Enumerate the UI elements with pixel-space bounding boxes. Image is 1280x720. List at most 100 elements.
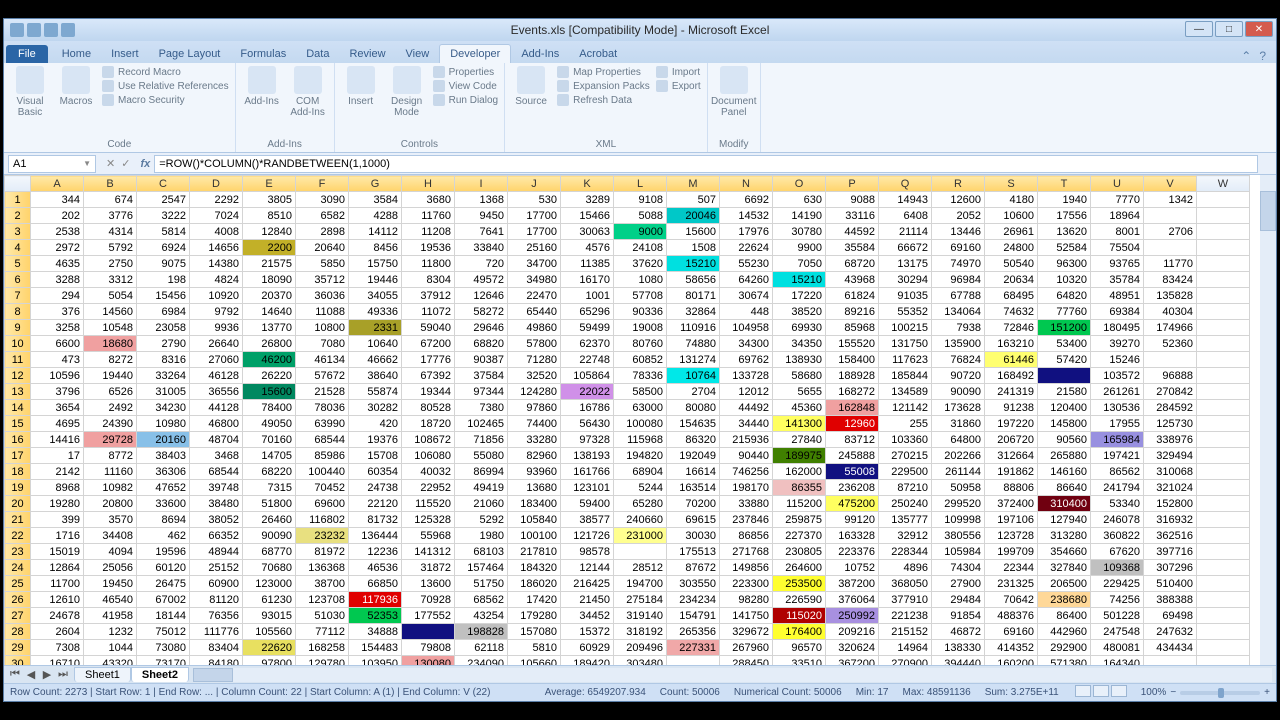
cell[interactable]: 123000 (243, 576, 296, 592)
cell[interactable] (1197, 208, 1250, 224)
cell[interactable]: 163210 (985, 336, 1038, 352)
view-code-button[interactable]: View Code (433, 80, 498, 92)
col-header-N[interactable]: N (720, 176, 773, 192)
cell[interactable]: 91035 (879, 288, 932, 304)
cell[interactable]: 117623 (879, 352, 932, 368)
cell[interactable]: 8772 (84, 448, 137, 464)
cell[interactable] (1197, 480, 1250, 496)
cell[interactable]: 7315 (243, 480, 296, 496)
cell[interactable]: 12012 (720, 384, 773, 400)
cell[interactable]: 115968 (614, 432, 667, 448)
cell[interactable]: 231325 (985, 576, 1038, 592)
cell[interactable]: 86856 (720, 528, 773, 544)
cell[interactable]: 91238 (985, 400, 1038, 416)
cell[interactable]: 69498 (1144, 608, 1197, 624)
cell[interactable]: 123728 (985, 528, 1038, 544)
cell[interactable]: 34888 (349, 624, 402, 640)
cell[interactable]: 7080 (296, 336, 349, 352)
cell[interactable]: 238680 (1038, 592, 1091, 608)
cell[interactable]: 49050 (243, 416, 296, 432)
cell[interactable]: 93015 (243, 608, 296, 624)
cell[interactable]: 14640 (243, 304, 296, 320)
cell[interactable]: 99120 (826, 512, 879, 528)
cell[interactable]: 14112 (349, 224, 402, 240)
cell[interactable]: 3584 (349, 192, 402, 208)
cell[interactable]: 13620 (1038, 224, 1091, 240)
cell[interactable]: 31860 (932, 416, 985, 432)
cell[interactable] (1197, 304, 1250, 320)
col-header-D[interactable]: D (190, 176, 243, 192)
insert-control-button[interactable]: Insert (341, 66, 381, 118)
cell[interactable]: 12600 (932, 192, 985, 208)
cell[interactable]: 247632 (1144, 624, 1197, 640)
cell[interactable]: 448 (720, 304, 773, 320)
cell[interactable]: 127940 (1038, 512, 1091, 528)
cell[interactable]: 10920 (190, 288, 243, 304)
cell[interactable]: 55008 (826, 464, 879, 480)
cell[interactable]: 17556 (1038, 208, 1091, 224)
col-header-G[interactable]: G (349, 176, 402, 192)
cell[interactable]: 18964 (1091, 208, 1144, 224)
cell[interactable]: 388388 (1144, 592, 1197, 608)
cell[interactable]: 11088 (296, 304, 349, 320)
cell[interactable]: 141300 (773, 416, 826, 432)
cell[interactable]: 197220 (985, 416, 1038, 432)
cell[interactable]: 86320 (667, 432, 720, 448)
row-header-21[interactable]: 21 (5, 512, 31, 528)
cell[interactable]: 380556 (932, 528, 985, 544)
cell[interactable]: 17 (31, 448, 84, 464)
cell[interactable]: 10980 (137, 416, 190, 432)
cell[interactable]: 38403 (137, 448, 190, 464)
cell[interactable]: 68562 (455, 592, 508, 608)
save-icon[interactable] (27, 23, 41, 37)
cell[interactable]: 36306 (137, 464, 190, 480)
cell[interactable]: 377910 (879, 592, 932, 608)
cell[interactable]: 10548 (84, 320, 137, 336)
cell[interactable]: 6582 (296, 208, 349, 224)
cell[interactable]: 24800 (985, 240, 1038, 256)
cell[interactable]: 65296 (561, 304, 614, 320)
cell[interactable]: 231000 (614, 528, 667, 544)
cell[interactable]: 270215 (879, 448, 932, 464)
cell[interactable]: 62370 (561, 336, 614, 352)
cell[interactable]: 30063 (561, 224, 614, 240)
cell[interactable]: 57800 (508, 336, 561, 352)
cell[interactable]: 22470 (508, 288, 561, 304)
cell[interactable]: 16710 (31, 656, 84, 666)
cell[interactable]: 38577 (561, 512, 614, 528)
cell[interactable]: 18680 (84, 336, 137, 352)
cell[interactable]: 65440 (508, 304, 561, 320)
cell[interactable]: 10800 (296, 320, 349, 336)
cell[interactable]: 246078 (1091, 512, 1144, 528)
cell[interactable]: 12236 (349, 544, 402, 560)
cell[interactable]: 44492 (720, 400, 773, 416)
cell[interactable]: 14943 (879, 192, 932, 208)
cell[interactable]: 68544 (190, 464, 243, 480)
refresh-data-button[interactable]: Refresh Data (557, 94, 650, 106)
cell[interactable]: 26640 (190, 336, 243, 352)
cell[interactable]: 98578 (561, 544, 614, 560)
cell[interactable]: 253500 (773, 576, 826, 592)
cell[interactable]: 5810 (508, 640, 561, 656)
cell[interactable]: 15246 (1091, 352, 1144, 368)
cell[interactable]: 130080 (402, 656, 455, 666)
cell[interactable]: 67620 (1091, 544, 1144, 560)
cell[interactable]: 2704 (667, 384, 720, 400)
cell[interactable]: 6526 (84, 384, 137, 400)
col-header-P[interactable]: P (826, 176, 879, 192)
tab-add-ins[interactable]: Add-Ins (511, 45, 569, 63)
cell[interactable] (1197, 544, 1250, 560)
cell[interactable]: 20370 (243, 288, 296, 304)
cell[interactable]: 24108 (614, 240, 667, 256)
cell[interactable]: 63000 (614, 400, 667, 416)
cell[interactable] (1197, 528, 1250, 544)
cell[interactable]: 1716 (31, 528, 84, 544)
col-header-R[interactable]: R (932, 176, 985, 192)
cell[interactable]: 69160 (985, 624, 1038, 640)
cell[interactable]: 96570 (773, 640, 826, 656)
cell[interactable]: 129780 (296, 656, 349, 666)
cell[interactable]: 98280 (720, 592, 773, 608)
cell[interactable]: 368050 (879, 576, 932, 592)
relative-refs-button[interactable]: Use Relative References (102, 80, 229, 92)
cell[interactable]: 68820 (455, 336, 508, 352)
